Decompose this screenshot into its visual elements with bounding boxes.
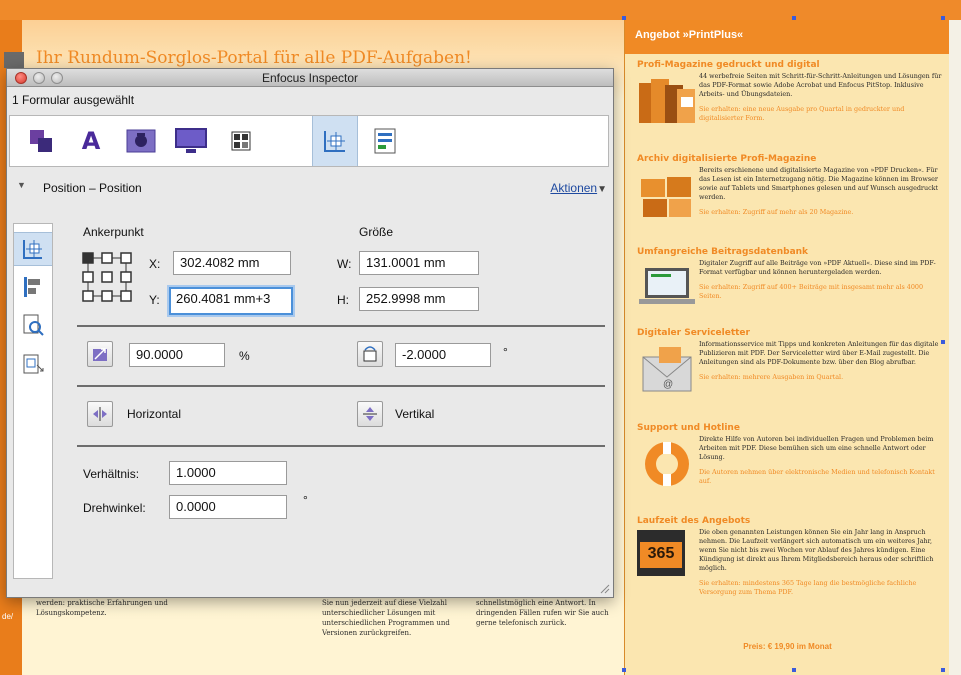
flip-horizontal-icon[interactable]	[87, 401, 113, 427]
grid-icon[interactable]	[218, 116, 264, 166]
selection-handle[interactable]	[792, 668, 796, 672]
vertical-tab-bar	[13, 223, 53, 579]
tab-zoom-page[interactable]	[14, 308, 52, 342]
side-tab	[4, 52, 24, 68]
angle-label: Drehwinkel:	[83, 501, 146, 515]
tab-align[interactable]	[14, 270, 52, 304]
inspector-toolbar: A	[9, 115, 609, 167]
promo-block-title: Profi-Magazine gedruckt und digital	[637, 60, 820, 70]
selection-handle[interactable]	[941, 668, 945, 672]
inspector-window: Enfocus Inspector 1 Formular ausgewählt …	[6, 68, 614, 598]
y-position-field[interactable]: 260.4081 mm+3	[169, 287, 293, 315]
size-label: Größe	[359, 225, 394, 239]
promo-block-title: Umfangreiche Beitragsdatenbank	[637, 247, 809, 257]
layers-icon[interactable]	[18, 116, 64, 166]
archive-boxes-icon	[641, 177, 691, 217]
tab-position[interactable]	[14, 232, 52, 266]
x-position-field[interactable]: 302.4082 mm	[173, 251, 291, 275]
promo-block-title: Digitaler Serviceletter	[637, 328, 750, 338]
monitor-icon[interactable]	[168, 116, 214, 166]
anchor-label: Ankerpunkt	[83, 225, 144, 239]
scale-unit: %	[239, 349, 250, 363]
text-icon[interactable]: A	[68, 116, 114, 166]
form-icon[interactable]	[362, 116, 408, 166]
height-field[interactable]: 252.9998 mm	[359, 287, 479, 311]
scale-field[interactable]: 90.0000	[129, 343, 225, 367]
position-icon[interactable]	[312, 116, 358, 166]
ratio-label: Verhältnis:	[83, 467, 140, 481]
svg-text:@: @	[663, 379, 673, 390]
selection-handle[interactable]	[622, 16, 626, 20]
promo-header: Angebot »PrintPlus«	[625, 20, 949, 54]
zoom-page-icon	[23, 314, 44, 336]
rotate-icon[interactable]	[357, 341, 383, 367]
scale-icon[interactable]	[87, 341, 113, 367]
width-field[interactable]: 131.0001 mm	[359, 251, 479, 275]
tab-page-box[interactable]	[14, 346, 52, 380]
calendar-365-icon: 365	[637, 530, 685, 576]
chevron-down-icon: ▼	[597, 184, 607, 195]
doc-column-1: werden: praktische Erfahrungen und Lösun…	[36, 599, 168, 617]
selection-handle[interactable]	[941, 16, 945, 20]
angle-unit: °	[303, 493, 308, 507]
y-label: Y:	[149, 293, 160, 307]
envelope-icon: @	[642, 347, 692, 392]
portal-title: Ihr Rundum-Sorglos-Portal für alle PDF-A…	[36, 48, 472, 68]
width-label: W:	[337, 257, 352, 271]
section-header: ▼ Position – Position Aktionen▼	[7, 173, 613, 201]
ratio-field[interactable]: 1.0000	[169, 461, 287, 485]
promo-price: Preis: € 19,90 im Monat	[743, 642, 832, 651]
promo-block: Laufzeit des Angebots 365 Die oben genan…	[637, 516, 947, 597]
position-icon	[23, 240, 42, 259]
divider	[77, 445, 605, 447]
selection-status: 1 Formular ausgewählt	[12, 93, 135, 107]
angle-field[interactable]: 0.0000	[169, 495, 287, 519]
height-label: H:	[337, 293, 349, 307]
promo-block-title: Support und Hotline	[637, 423, 740, 433]
selection-handle[interactable]	[622, 668, 626, 672]
doc-column-2: Sie nun jederzeit auf diese Vielzahl unt…	[322, 599, 450, 637]
window-title: Enfocus Inspector	[261, 71, 359, 85]
promo-block-title: Laufzeit des Angebots	[637, 516, 751, 526]
x-label: X:	[149, 257, 161, 271]
flip-vertical-label[interactable]: Vertikal	[395, 407, 434, 421]
section-label: Position – Position	[43, 181, 142, 195]
promo-block: Profi-Magazine gedruckt und digital 44 w…	[637, 60, 947, 123]
rotate-unit: °	[503, 345, 508, 359]
selection-handle[interactable]	[792, 16, 796, 20]
promo-block: Support und Hotline Direkte Hilfe von Au…	[637, 423, 947, 486]
divider	[77, 385, 605, 387]
top-band	[0, 0, 961, 20]
image-icon[interactable]	[118, 116, 164, 166]
resize-grip-icon[interactable]	[598, 582, 610, 594]
flip-horizontal-label[interactable]: Horizontal	[127, 407, 181, 421]
selection-handle[interactable]	[941, 340, 945, 344]
promo-block: Archiv digitalisierte Profi-Magazine Ber…	[637, 154, 947, 217]
promo-block-title: Archiv digitalisierte Profi-Magazine	[637, 154, 817, 164]
divider	[77, 325, 605, 327]
align-icon	[24, 277, 40, 297]
side-label: de/	[2, 612, 14, 621]
promo-sidebar: Angebot »PrintPlus« Profi-Magazine gedru…	[624, 20, 949, 675]
lifebuoy-icon	[645, 442, 689, 486]
flip-vertical-icon[interactable]	[357, 401, 383, 427]
promo-block: Digitaler Serviceletter @ Informationsse…	[637, 328, 947, 392]
actions-menu[interactable]: Aktionen▼	[550, 181, 607, 195]
doc-column-3: schnellstmöglich eine Antwort. In dringe…	[476, 599, 609, 627]
page-box-icon	[23, 354, 44, 374]
laptop-icon	[639, 268, 695, 304]
anchor-point-grid[interactable]	[81, 251, 133, 303]
magazine-stack-icon	[639, 79, 695, 123]
inspector-titlebar[interactable]: Enfocus Inspector	[7, 69, 613, 87]
promo-block: Umfangreiche Beitragsdatenbank Digitaler…	[637, 247, 947, 304]
rotate-field[interactable]: -2.0000	[395, 343, 491, 367]
disclosure-triangle-icon[interactable]: ▼	[17, 180, 26, 190]
